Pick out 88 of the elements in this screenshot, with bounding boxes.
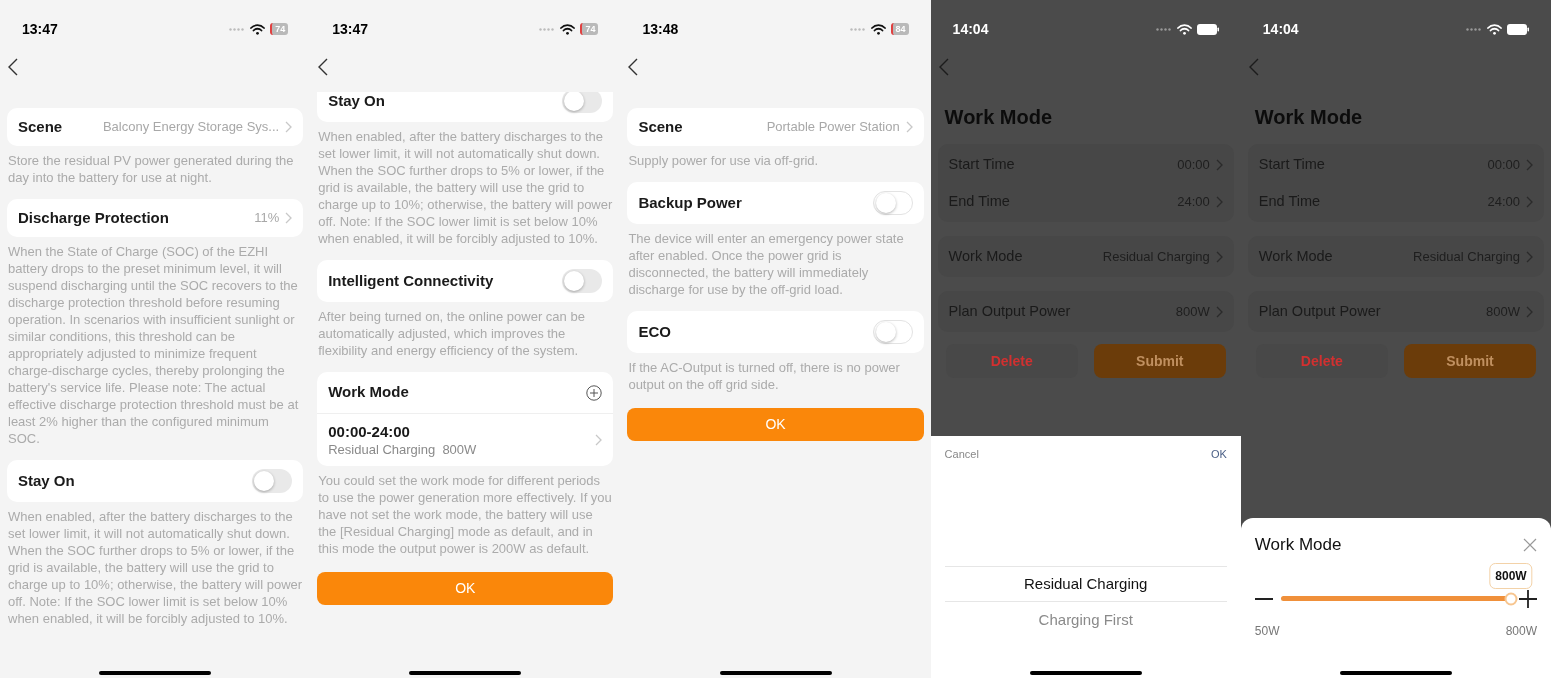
schedule-time: 00:00-24:00: [328, 422, 411, 441]
signal-dots-icon: [1155, 27, 1172, 31]
add-circle-icon[interactable]: [586, 384, 603, 401]
setting-description: When the State of Charge (SOC) of the EZHI battery drops to the preset minimum level, it will suspend discharging until the SOC recovers to the discharge protection threshold before resuming operation. In scenarios with insufficient sunlight or similar conditions, this threshold can be appropriately adjusted to minimize frequent charge-discharge cycles, thereby prolonging the battery's service life. Please note: The actual effective discharge protection threshold must be at least 2% higher than the configured minimum SOC.: [7, 243, 300, 448]
wifi-icon: [870, 23, 886, 35]
setting-label: Scene: [638, 116, 683, 137]
setting-card[interactable]: Discharge Protection 11%: [7, 199, 304, 237]
back-icon[interactable]: [628, 58, 639, 76]
page-title: Work Mode: [943, 105, 1054, 130]
setting-description: Store the residual PV power generated during the day into the battery for use at night.: [7, 152, 295, 187]
toggle-switch[interactable]: [562, 269, 603, 293]
sheet-title: Work Mode: [1254, 534, 1342, 556]
chevron-right-icon: [1215, 158, 1223, 171]
ok-button[interactable]: OK: [627, 408, 924, 441]
min-label: 50W: [1254, 622, 1280, 640]
wifi-icon: [250, 23, 266, 35]
battery-icon: [1507, 23, 1529, 35]
signal-dots-icon: [849, 27, 866, 31]
setting-label: Work Mode: [328, 382, 409, 403]
value-tooltip: 800W: [1489, 563, 1533, 589]
plus-icon[interactable]: [1519, 589, 1537, 608]
setting-value: Portable Power Station: [766, 118, 900, 137]
chevron-right-icon: [905, 121, 913, 133]
minus-icon[interactable]: [1254, 597, 1273, 600]
submit-button[interactable]: Submit: [1403, 344, 1537, 378]
slider-thumb[interactable]: [1504, 592, 1518, 605]
chevron-right-icon: [285, 121, 293, 133]
status-time: 13:47: [332, 19, 368, 39]
setting-card[interactable]: Scene Portable Power Station: [627, 108, 924, 146]
picker-option[interactable]: Charging First: [944, 602, 1227, 638]
chevron-right-icon: [1526, 305, 1533, 318]
submit-button[interactable]: Submit: [1093, 344, 1226, 378]
setting-description: The device will enter an emergency power state after enabled. Once the power grid is disconnected, the battery will immediately discharge for use by the off-grid load.: [627, 230, 905, 299]
page-title: Work Mode: [1253, 105, 1364, 130]
close-icon[interactable]: [1523, 537, 1537, 552]
setting-label: Intelligent Connectivity: [328, 270, 494, 291]
signal-dots-icon: [229, 27, 246, 31]
schedule-detail: Residual Charging 800W: [328, 441, 477, 458]
toggle-switch[interactable]: [252, 469, 293, 493]
signal-dots-icon: [539, 27, 556, 31]
setting-label: Stay On: [328, 92, 385, 111]
setting-label: Discharge Protection: [18, 207, 169, 228]
delete-button[interactable]: Delete: [945, 344, 1078, 378]
picker-option[interactable]: Residual Charging: [944, 566, 1227, 602]
chevron-right-icon: [1215, 195, 1223, 208]
toggle-switch[interactable]: [562, 92, 603, 113]
setting-card[interactable]: Scene Balcony Energy Storage Sys...: [7, 108, 304, 146]
ok-button[interactable]: OK: [1210, 446, 1227, 463]
setting-description: When enabled, after the battery discharges to the set lower limit, it will not automatically shut down. When the SOC further drops to 5% or lower, if the grid is available, the battery will use the grid to charge up to 10%; otherwise, the battery will power off. Note: If the SOC lower limit is set below 10% when enabled, it will be forcibly adjusted to 10%.: [317, 128, 614, 248]
wifi-icon: [1176, 23, 1192, 35]
setting-label: Scene: [18, 116, 63, 137]
delete-button[interactable]: Delete: [1255, 344, 1388, 378]
battery-icon: [1196, 23, 1219, 35]
signal-dots-icon: [1466, 27, 1482, 31]
chevron-right-icon: [1526, 158, 1533, 171]
setting-label: Stay On: [18, 470, 75, 491]
setting-label: ECO: [638, 321, 671, 342]
status-time: 14:04: [1262, 19, 1299, 39]
status-time: 14:04: [952, 19, 989, 39]
chevron-right-icon: [1215, 250, 1223, 263]
back-icon[interactable]: [318, 58, 329, 76]
ok-button[interactable]: OK: [317, 572, 614, 605]
chevron-right-icon: [285, 212, 293, 224]
wifi-icon: [1487, 23, 1502, 35]
toggle-switch[interactable]: [872, 191, 913, 215]
battery-level: 74: [580, 23, 599, 35]
battery-level: 84: [890, 23, 909, 35]
wifi-icon: [560, 23, 576, 35]
toggle-switch[interactable]: [872, 320, 913, 344]
setting-label: Backup Power: [638, 192, 742, 213]
schedule-entry[interactable]: 00:00-24:00 Residual Charging 800W: [317, 414, 614, 466]
chevron-right-icon: [1526, 195, 1533, 208]
status-time: 13:47: [22, 19, 58, 39]
setting-description: When enabled, after the battery discharges to the set lower limit, it will not automatically shut down. When the SOC further drops to 5% or lower, if the grid is available, the battery will use the grid to charge up to 10%; otherwise, the battery will power off. Note: If the SOC lower limit is set below 10% when enabled, it will be forcibly adjusted to 10%.: [7, 508, 304, 628]
setting-value: 11%: [254, 209, 280, 228]
status-time: 13:48: [642, 19, 679, 39]
battery-level: 74: [270, 23, 289, 35]
chevron-right-icon: [595, 434, 603, 446]
chevron-right-icon: [1215, 305, 1223, 318]
setting-description: You could set the work mode for different periods to use the power generation more effectively. If you have not set the work mode, the battery will use the [Residual Charging] mode as default, and in this mode the output power is 200W as default.: [317, 472, 613, 558]
setting-description: After being turned on, the online power can be automatically adjusted, which improves the flexibility and energy efficiency of the system.: [317, 308, 586, 360]
setting-description: Supply power for use via off-grid.: [627, 152, 820, 170]
setting-description: If the AC-Output is turned off, there is no power output on the off grid side.: [627, 359, 901, 394]
setting-value: Balcony Energy Storage Sys...: [102, 118, 280, 137]
chevron-right-icon: [1526, 250, 1533, 263]
back-icon[interactable]: [8, 58, 18, 76]
cancel-button[interactable]: Cancel: [944, 446, 979, 463]
max-label: 800W: [1505, 622, 1537, 640]
